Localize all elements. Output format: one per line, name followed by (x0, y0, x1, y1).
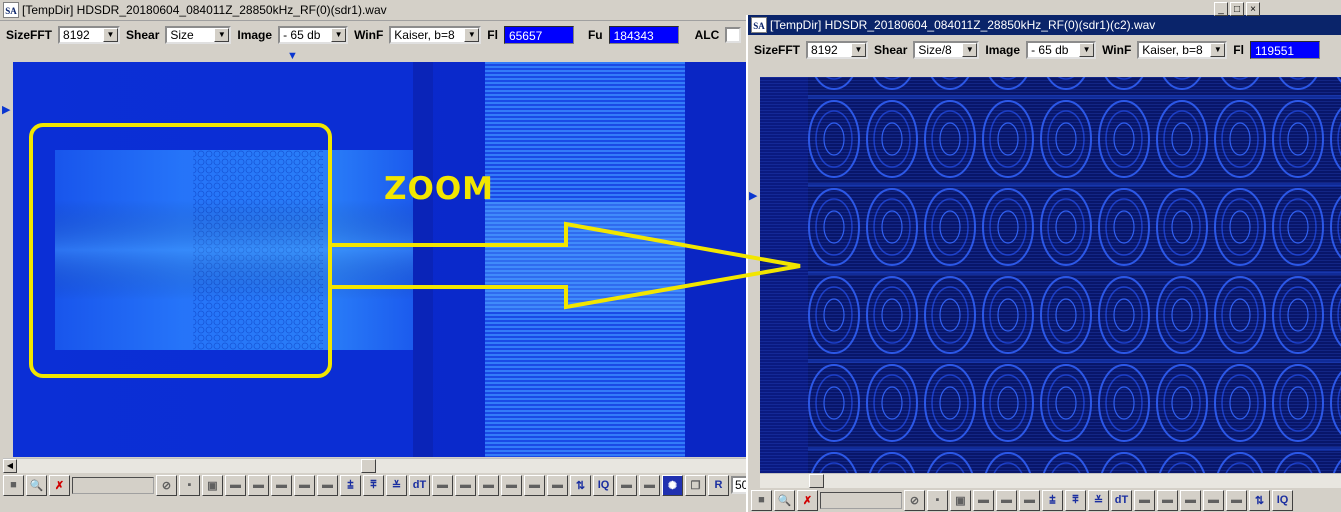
zoom-arrow-icon (332, 221, 801, 310)
